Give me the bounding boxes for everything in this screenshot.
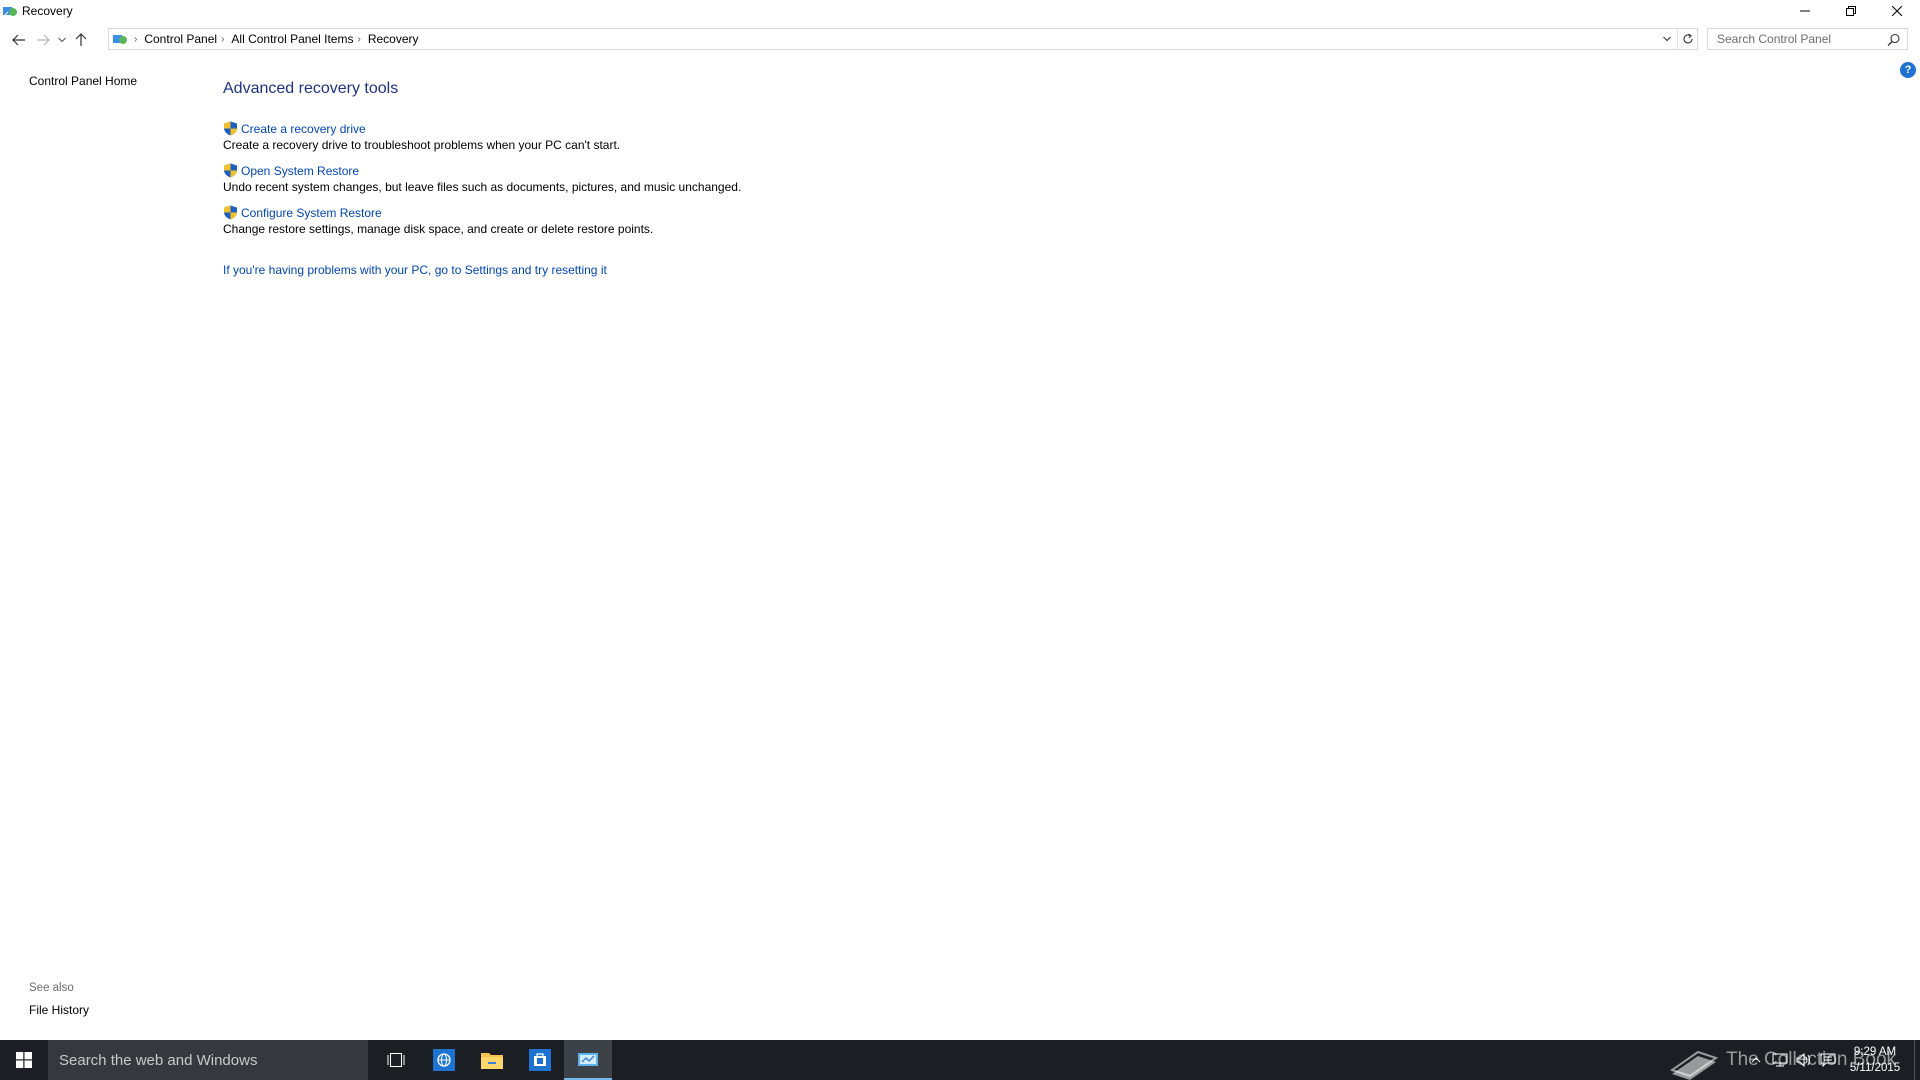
file-explorer-taskbar-button[interactable] xyxy=(468,1040,516,1080)
browser-taskbar-button[interactable] xyxy=(420,1040,468,1080)
open-system-restore-link[interactable]: Open System Restore xyxy=(241,164,359,178)
recent-locations-button[interactable] xyxy=(55,28,69,52)
show-desktop-button[interactable] xyxy=(1914,1040,1920,1080)
book-watermark-icon xyxy=(1669,1050,1719,1080)
up-button[interactable] xyxy=(69,28,93,52)
forward-button[interactable] xyxy=(31,28,55,52)
control-panel-taskbar-button[interactable] xyxy=(564,1040,612,1080)
tool-description: Undo recent system changes, but leave fi… xyxy=(223,180,742,194)
minimize-icon xyxy=(1800,10,1810,12)
left-pane: Control Panel Home xyxy=(29,74,137,88)
breadcrumb-separator[interactable]: › xyxy=(221,34,224,45)
task-view-icon xyxy=(387,1053,405,1067)
volume-tray-button[interactable] xyxy=(1792,1040,1816,1080)
title-bar: Recovery xyxy=(0,0,1920,22)
network-icon xyxy=(1772,1053,1788,1067)
forward-arrow-icon xyxy=(37,34,50,46)
restore-icon xyxy=(1846,6,1856,16)
clock-date: 5/11/2015 xyxy=(1849,1062,1901,1074)
chevron-down-icon xyxy=(58,37,66,43)
uac-shield-icon xyxy=(224,121,237,136)
see-also-section: See also File History xyxy=(29,982,89,1017)
control-panel-icon xyxy=(2,3,18,19)
taskbar-clock[interactable]: 9:29 AM 5/11/2015 xyxy=(1840,1044,1910,1076)
search-input[interactable] xyxy=(1715,31,1885,47)
help-button[interactable]: ? xyxy=(1900,62,1916,78)
system-tray: 9:29 AM 5/11/2015 xyxy=(1744,1040,1920,1080)
store-taskbar-button[interactable] xyxy=(516,1040,564,1080)
taskbar-search-box[interactable]: Search the web and Windows xyxy=(48,1040,368,1080)
configure-system-restore-link[interactable]: Configure System Restore xyxy=(241,206,382,220)
breadcrumb-all-items[interactable]: All Control Panel Items xyxy=(231,32,353,46)
back-arrow-icon xyxy=(12,34,25,46)
breadcrumb-separator[interactable]: › xyxy=(134,34,137,45)
control-panel-home-link[interactable]: Control Panel Home xyxy=(29,74,137,88)
address-history-button[interactable] xyxy=(1657,29,1677,49)
navigation-bar: › Control Panel › All Control Panel Item… xyxy=(0,26,1920,54)
window-title: Recovery xyxy=(22,4,73,18)
tool-description: Change restore settings, manage disk spa… xyxy=(223,222,654,236)
network-tray-button[interactable] xyxy=(1768,1040,1792,1080)
tool-create-recovery-drive: Create a recovery drive Create a recover… xyxy=(223,120,1873,152)
create-recovery-drive-link[interactable]: Create a recovery drive xyxy=(241,122,366,136)
notification-icon xyxy=(1820,1053,1836,1067)
action-center-button[interactable] xyxy=(1816,1040,1840,1080)
tool-description: Create a recovery drive to troubleshoot … xyxy=(223,138,621,152)
browser-icon xyxy=(433,1049,455,1071)
main-content: Advanced recovery tools Create a recover… xyxy=(223,80,1873,279)
refresh-button[interactable] xyxy=(1677,29,1697,49)
refresh-icon xyxy=(1683,33,1693,44)
file-history-link[interactable]: File History xyxy=(29,1003,89,1017)
tool-open-system-restore: Open System Restore Undo recent system c… xyxy=(223,162,1873,194)
folder-icon xyxy=(481,1053,503,1069)
start-button[interactable] xyxy=(0,1040,48,1080)
windows-logo-icon xyxy=(16,1052,32,1068)
control-panel-icon xyxy=(112,31,130,47)
tool-configure-system-restore: Configure System Restore Change restore … xyxy=(223,204,1873,236)
breadcrumb-control-panel[interactable]: Control Panel xyxy=(144,32,217,46)
search-box xyxy=(1707,28,1908,50)
breadcrumb-recovery[interactable]: Recovery xyxy=(368,32,419,46)
back-button[interactable] xyxy=(7,28,31,52)
show-hidden-icons-button[interactable] xyxy=(1744,1040,1768,1080)
uac-shield-icon xyxy=(224,205,237,220)
chevron-down-icon xyxy=(1663,36,1671,42)
address-bar[interactable]: › Control Panel › All Control Panel Item… xyxy=(108,28,1698,50)
close-icon xyxy=(1892,6,1902,16)
reset-pc-settings-link[interactable]: If you're having problems with your PC, … xyxy=(223,263,607,277)
up-arrow-icon xyxy=(75,33,87,46)
see-also-title: See also xyxy=(29,982,74,994)
store-icon xyxy=(529,1049,551,1071)
control-panel-icon xyxy=(578,1053,598,1066)
window-controls xyxy=(1782,0,1920,22)
chevron-up-icon xyxy=(1751,1057,1761,1063)
close-button[interactable] xyxy=(1874,0,1920,22)
page-title: Advanced recovery tools xyxy=(223,80,399,97)
uac-shield-icon xyxy=(224,163,237,178)
breadcrumb-separator[interactable]: › xyxy=(357,34,360,45)
speaker-icon xyxy=(1796,1053,1810,1067)
search-icon[interactable] xyxy=(1887,33,1901,47)
restore-button[interactable] xyxy=(1828,0,1874,22)
clock-time: 9:29 AM xyxy=(1853,1046,1897,1058)
task-view-button[interactable] xyxy=(372,1040,420,1080)
taskbar: Search the web and Windows The Collectio… xyxy=(0,1040,1920,1080)
minimize-button[interactable] xyxy=(1782,0,1828,22)
